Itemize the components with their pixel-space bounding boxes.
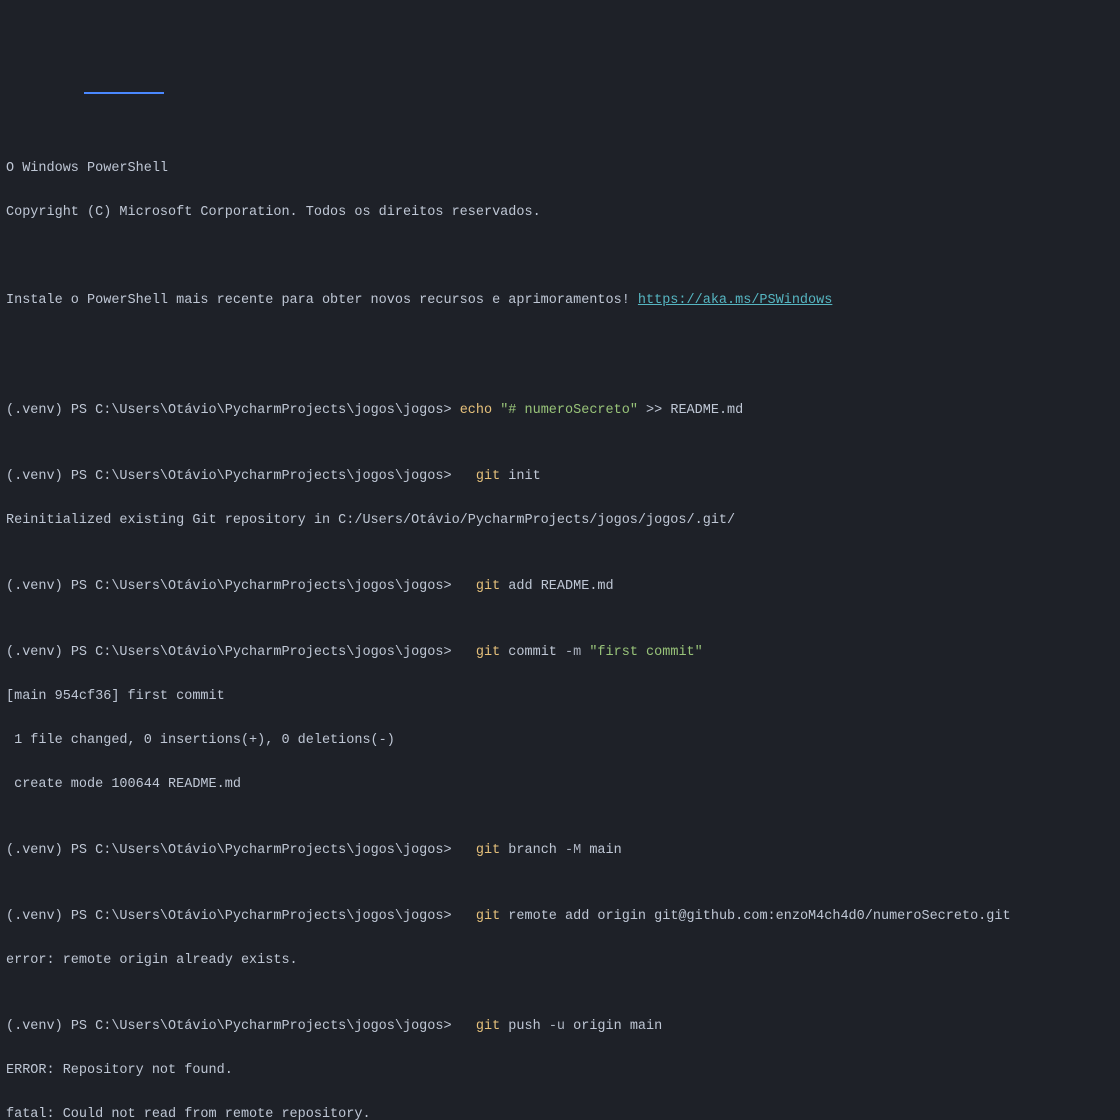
git-args: add README.md bbox=[500, 579, 613, 594]
ps-prefix: PS bbox=[71, 909, 95, 924]
pswindows-link[interactable]: https://aka.ms/PSWindows bbox=[638, 293, 832, 308]
venv-prefix: (.venv) bbox=[6, 843, 71, 858]
git-command: git bbox=[460, 579, 501, 594]
ps-prefix: PS bbox=[71, 645, 95, 660]
cwd-path: C:\Users\Otávio\PycharmProjects\jogos\jo… bbox=[95, 1019, 460, 1034]
commit-message: "first commit" bbox=[589, 645, 702, 660]
banner-line: Instale o PowerShell mais recente para o… bbox=[6, 290, 1114, 312]
output-line: fatal: Could not read from remote reposi… bbox=[6, 1104, 1114, 1120]
terminal-panel[interactable]: O Windows PowerShell Copyright (C) Micro… bbox=[6, 92, 1114, 1120]
prompt-line: (.venv) PS C:\Users\Otávio\PycharmProjec… bbox=[6, 1016, 1114, 1038]
cwd-path: C:\Users\Otávio\PycharmProjects\jogos\jo… bbox=[95, 645, 460, 660]
echo-string: "# numeroSecreto" bbox=[500, 403, 638, 418]
ps-prefix: PS bbox=[71, 403, 95, 418]
venv-prefix: (.venv) bbox=[6, 579, 71, 594]
prompt-line: (.venv) PS C:\Users\Otávio\PycharmProjec… bbox=[6, 576, 1114, 598]
git-args: origin main bbox=[565, 1019, 662, 1034]
banner-text: Instale o PowerShell mais recente para o… bbox=[6, 293, 638, 308]
banner-line: Copyright (C) Microsoft Corporation. Tod… bbox=[6, 202, 1114, 224]
blank-line bbox=[6, 334, 1114, 356]
blank-line bbox=[6, 246, 1114, 268]
venv-prefix: (.venv) bbox=[6, 909, 71, 924]
output-line: [main 954cf36] first commit bbox=[6, 686, 1114, 708]
output-text: ERROR: Repository not found. bbox=[6, 1063, 233, 1078]
git-sub: commit bbox=[500, 645, 565, 660]
prompt-line: (.venv) PS C:\Users\Otávio\PycharmProjec… bbox=[6, 906, 1114, 928]
output-text: create mode 100644 README.md bbox=[6, 777, 241, 792]
venv-prefix: (.venv) bbox=[6, 645, 71, 660]
git-command: git bbox=[460, 843, 501, 858]
git-command: git bbox=[460, 469, 501, 484]
cwd-path: C:\Users\Otávio\PycharmProjects\jogos\jo… bbox=[95, 469, 460, 484]
git-flag: -M bbox=[565, 843, 581, 858]
git-command: git bbox=[460, 645, 501, 660]
output-text: [main 954cf36] first commit bbox=[6, 689, 225, 704]
banner-text: Copyright (C) Microsoft Corporation. Tod… bbox=[6, 205, 541, 220]
venv-prefix: (.venv) bbox=[6, 469, 71, 484]
cwd-path: C:\Users\Otávio\PycharmProjects\jogos\jo… bbox=[95, 579, 460, 594]
cwd-path: C:\Users\Otávio\PycharmProjects\jogos\jo… bbox=[95, 909, 460, 924]
ps-prefix: PS bbox=[71, 843, 95, 858]
output-text: 1 file changed, 0 insertions(+), 0 delet… bbox=[6, 733, 395, 748]
active-tab-indicator bbox=[84, 92, 164, 94]
prompt-line: (.venv) PS C:\Users\Otávio\PycharmProjec… bbox=[6, 466, 1114, 488]
git-command: git bbox=[460, 909, 501, 924]
git-args: init bbox=[500, 469, 541, 484]
output-line: 1 file changed, 0 insertions(+), 0 delet… bbox=[6, 730, 1114, 752]
output-line: Reinitialized existing Git repository in… bbox=[6, 510, 1114, 532]
git-args: main bbox=[581, 843, 622, 858]
output-text: Reinitialized existing Git repository in… bbox=[6, 513, 735, 528]
git-args: remote add origin git@github.com:enzoM4c… bbox=[500, 909, 1010, 924]
prompt-line: (.venv) PS C:\Users\Otávio\PycharmProjec… bbox=[6, 840, 1114, 862]
ps-prefix: PS bbox=[71, 469, 95, 484]
output-line: error: remote origin already exists. bbox=[6, 950, 1114, 972]
git-sub: push bbox=[500, 1019, 549, 1034]
prompt-line: (.venv) PS C:\Users\Otávio\PycharmProjec… bbox=[6, 642, 1114, 664]
cwd-path: C:\Users\Otávio\PycharmProjects\jogos\jo… bbox=[95, 843, 460, 858]
git-command: git bbox=[460, 1019, 501, 1034]
echo-command: echo bbox=[460, 403, 501, 418]
banner-line: O Windows PowerShell bbox=[6, 158, 1114, 180]
output-line: ERROR: Repository not found. bbox=[6, 1060, 1114, 1082]
ps-prefix: PS bbox=[71, 579, 95, 594]
output-text: fatal: Could not read from remote reposi… bbox=[6, 1107, 371, 1120]
venv-prefix: (.venv) bbox=[6, 403, 71, 418]
cwd-path: C:\Users\Otávio\PycharmProjects\jogos\jo… bbox=[95, 403, 460, 418]
git-flag: -m bbox=[565, 645, 589, 660]
banner-text: O Windows PowerShell bbox=[6, 161, 168, 176]
echo-redirect: >> README.md bbox=[638, 403, 743, 418]
output-line: create mode 100644 README.md bbox=[6, 774, 1114, 796]
git-flag: -u bbox=[549, 1019, 565, 1034]
ps-prefix: PS bbox=[71, 1019, 95, 1034]
git-sub: branch bbox=[500, 843, 565, 858]
output-text: error: remote origin already exists. bbox=[6, 953, 298, 968]
venv-prefix: (.venv) bbox=[6, 1019, 71, 1034]
prompt-line: (.venv) PS C:\Users\Otávio\PycharmProjec… bbox=[6, 400, 1114, 422]
